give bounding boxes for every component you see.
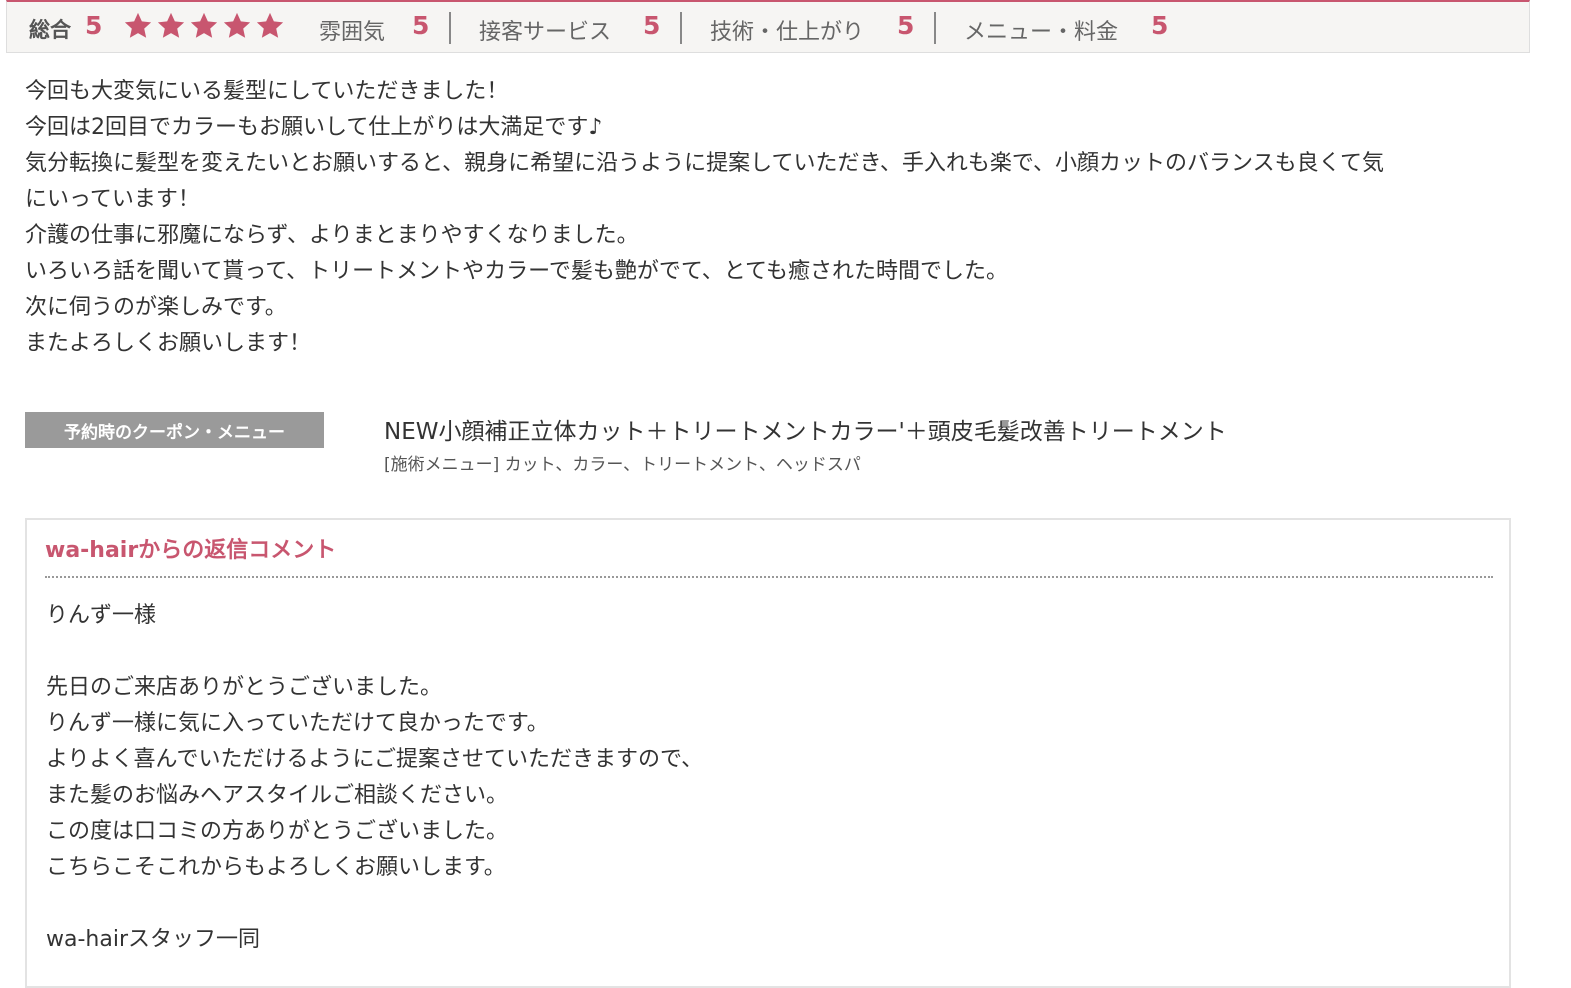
star-icon — [124, 12, 152, 38]
review-page: 総合 5 雰囲気 5 接客サービス 5 技術・仕上がり 5 メニュー・料金 5 … — [0, 0, 1571, 988]
star-icon — [256, 12, 284, 38]
reply-line: りんず一様 — [46, 603, 157, 628]
category-score-menu-price: 5 — [1151, 11, 1169, 40]
reply-line: こちらこそこれからもよろしくお願いします。 — [46, 855, 506, 880]
reply-line: wa-hairスタッフ一同 — [46, 927, 260, 952]
review-line: またよろしくお願いします！ — [25, 331, 312, 356]
reply-line: この度は口コミの方ありがとうございました。 — [46, 819, 509, 844]
review-line: 気分転換に髪型を変えたいとお願いすると、親身に希望に沿うように提案していただき、… — [25, 151, 1384, 176]
reply-line — [46, 634, 1486, 670]
review-line: 今回は2回目でカラーもお願いして仕上がりは大満足です♪ — [25, 115, 603, 140]
overall-rating-label: 総合 — [29, 18, 71, 42]
reply-line: りんず一様に気に入っていただけて良かったです。 — [46, 711, 549, 736]
review-line: いろいろ話を聞いて貰って、トリートメントやカラーで髪も艶がでて、とても癒された時… — [25, 259, 1008, 284]
reply-line — [46, 886, 1486, 922]
coupon-treatment-menu: [施術メニュー] カット、カラー、トリートメント、ヘッドスパ — [384, 455, 861, 475]
star-icon — [223, 12, 251, 38]
overall-rating-score: 5 — [85, 11, 103, 40]
reply-text: りんず一様先日のご来店ありがとうございました。りんず一様に気に入っていただけて良… — [46, 598, 1486, 958]
coupon-name: NEW小顔補正立体カット＋トリートメントカラー'＋頭皮毛髪改善トリートメント — [384, 419, 1227, 445]
review-line: にいっています！ — [25, 187, 200, 212]
coupon-badge: 予約時のクーポン・メニュー — [25, 412, 324, 448]
reply-line: 先日のご来店ありがとうございました。 — [46, 675, 443, 700]
category-label-service: 接客サービス — [479, 20, 612, 45]
category-score-atmosphere: 5 — [412, 11, 430, 40]
review-text: 今回も大変気にいる髪型にしていただきました！ 今回は2回目でカラーもお願いして仕上… — [25, 74, 1515, 362]
review-line: 今回も大変気にいる髪型にしていただきました！ — [25, 79, 509, 104]
reply-line: また髪のお悩みヘアスタイルご相談ください。 — [46, 783, 509, 808]
star-icon — [157, 12, 185, 38]
star-icon — [190, 12, 218, 38]
reply-divider — [45, 576, 1493, 578]
category-separator — [449, 12, 451, 44]
reply-line: よりよく喜んでいただけるようにご提案させていただきますので、 — [46, 747, 704, 772]
star-rating — [123, 11, 288, 41]
reply-title: wa-hairからの返信コメント — [45, 538, 337, 563]
reply-comment-box: wa-hairからの返信コメント りんず一様先日のご来店ありがとうございました。… — [25, 518, 1511, 988]
category-score-technique: 5 — [897, 11, 915, 40]
category-separator — [934, 12, 936, 44]
category-label-atmosphere: 雰囲気 — [319, 20, 386, 45]
rating-bar: 総合 5 雰囲気 5 接客サービス 5 技術・仕上がり 5 メニュー・料金 5 — [6, 0, 1530, 53]
category-label-menu-price: メニュー・料金 — [964, 20, 1119, 45]
review-line: 次に伺うのが楽しみです。 — [25, 295, 287, 320]
category-score-service: 5 — [643, 11, 661, 40]
category-label-technique: 技術・仕上がり — [710, 20, 865, 45]
category-separator — [680, 12, 682, 44]
review-line: 介護の仕事に邪魔にならず、よりまとまりやすくなりました。 — [25, 223, 639, 248]
